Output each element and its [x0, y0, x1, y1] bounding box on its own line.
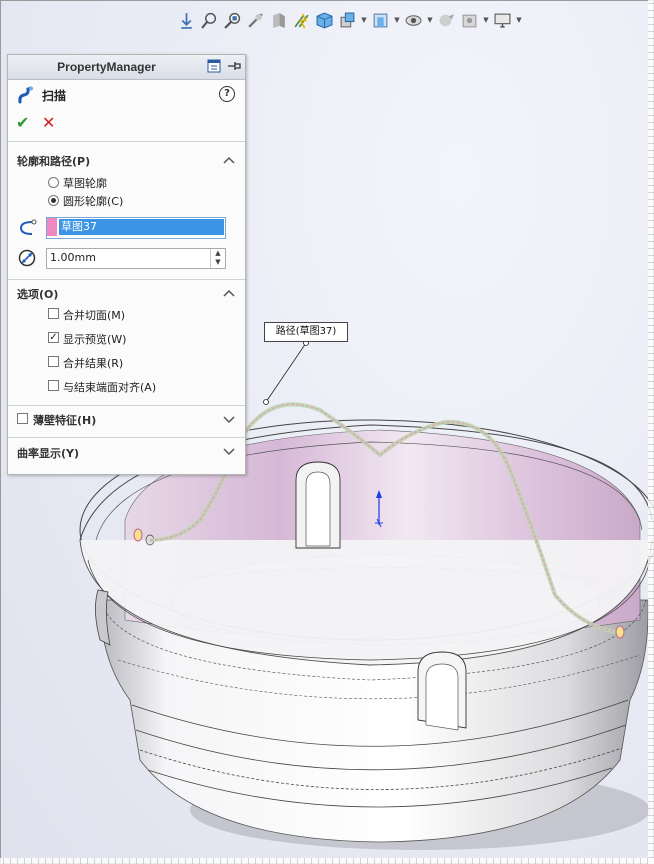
diameter-icon: [18, 249, 36, 267]
path-selection-box[interactable]: 草图37: [46, 217, 226, 239]
section-thin-feature-title[interactable]: 薄壁特征(H): [33, 412, 96, 428]
chevron-down-icon[interactable]: ▼: [360, 16, 368, 24]
chevron-down-icon[interactable]: [223, 413, 235, 425]
sketch-profile-label: 草图轮廓: [63, 177, 107, 190]
dynamic-annotation-icon[interactable]: [291, 10, 312, 31]
property-manager-header: PropertyManager: [8, 55, 245, 80]
checkbox-align-end-faces[interactable]: [48, 380, 59, 391]
display-style-icon[interactable]: [337, 10, 358, 31]
slot-back: [295, 461, 341, 549]
diameter-input[interactable]: 1.00mm ▲ ▼: [46, 248, 226, 269]
heads-up-view-toolbar: ▼ ▼ ▼ ▼ ▼: [176, 8, 523, 32]
zoom-area-icon[interactable]: [222, 10, 243, 31]
zoom-to-fit-icon[interactable]: [199, 10, 220, 31]
torn-edge-right: [648, 0, 654, 864]
chevron-down-icon[interactable]: ▼: [426, 16, 434, 24]
circular-profile-label: 圆形轮廓(C): [63, 195, 124, 208]
cancel-button[interactable]: ✕: [42, 113, 55, 132]
chevron-down-icon[interactable]: ▼: [482, 16, 490, 24]
merge-result-label: 合并结果(R): [63, 357, 124, 370]
spin-up-icon[interactable]: ▲: [211, 249, 225, 258]
path-callout[interactable]: 路径(草图37): [264, 322, 348, 342]
sweep-feature-icon: [18, 86, 33, 104]
diameter-value: 1.00mm: [50, 251, 96, 264]
checkbox-merge-result[interactable]: [48, 356, 59, 367]
radio-sketch-profile[interactable]: [48, 177, 59, 188]
view-orientation-cube-icon[interactable]: [314, 10, 335, 31]
hide-show-items-icon[interactable]: [370, 10, 391, 31]
chevron-up-icon[interactable]: [223, 287, 235, 299]
detach-panel-icon[interactable]: [207, 59, 221, 73]
edit-appearance-icon[interactable]: [403, 10, 424, 31]
profile-color-swatch: [47, 218, 57, 236]
apply-scene-icon[interactable]: [436, 10, 457, 31]
section-options-title[interactable]: 选项(O): [17, 286, 58, 302]
diameter-spinner[interactable]: ▲ ▼: [210, 249, 225, 268]
callout-leader: [265, 342, 307, 403]
view-orientation-icon[interactable]: [176, 10, 197, 31]
section-view-icon[interactable]: [268, 10, 289, 31]
path-select-icon: [19, 219, 37, 235]
checkbox-thin-feature[interactable]: [17, 413, 28, 424]
help-button[interactable]: ?: [219, 86, 235, 102]
torn-edge-bottom: [0, 858, 654, 864]
section-profile-path-title[interactable]: 轮廓和路径(P): [17, 153, 90, 169]
chevron-down-icon[interactable]: ▼: [393, 16, 401, 24]
checkbox-show-preview[interactable]: ✓: [48, 332, 59, 343]
feature-name: 扫描: [42, 89, 67, 103]
ok-button[interactable]: ✔: [16, 113, 29, 132]
spin-down-icon[interactable]: ▼: [211, 258, 225, 267]
display-monitor-icon[interactable]: [492, 10, 513, 31]
chevron-down-icon[interactable]: ▼: [515, 16, 523, 24]
view-settings-icon[interactable]: [459, 10, 480, 31]
section-curvature-title[interactable]: 曲率显示(Y): [17, 445, 79, 461]
chevron-down-icon[interactable]: [223, 445, 235, 457]
panel-title: PropertyManager: [57, 60, 156, 74]
merge-tangent-label: 合并切面(M): [63, 309, 126, 322]
path-selection-value: 草图37: [59, 219, 224, 235]
chevron-up-icon[interactable]: [223, 154, 235, 166]
checkbox-merge-tangent[interactable]: [48, 308, 59, 319]
radio-circular-profile[interactable]: [48, 195, 59, 206]
align-end-faces-label: 与结束端面对齐(A): [63, 381, 157, 394]
property-manager-panel: PropertyManager 扫描 ? ✔ ✕ 轮廓和路径(P) 草图轮廓 圆…: [7, 54, 246, 475]
previous-view-icon[interactable]: [245, 10, 266, 31]
slot-front: [417, 651, 467, 731]
pin-icon[interactable]: [227, 59, 241, 73]
show-preview-label: 显示预览(W): [63, 333, 127, 346]
